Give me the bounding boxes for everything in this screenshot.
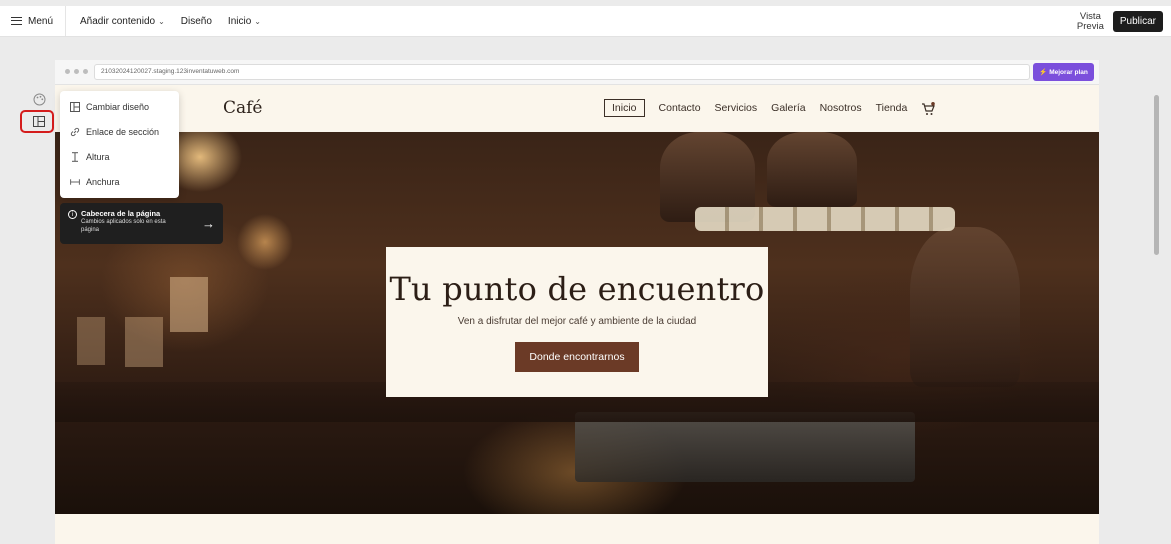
page-dropdown[interactable]: Inicio ⌄	[228, 16, 261, 27]
height-item[interactable]: Altura	[60, 144, 179, 169]
change-layout-label: Cambiar diseño	[86, 101, 150, 112]
preview-label-line2: Previa	[1076, 20, 1104, 32]
preview-button[interactable]: Vista Previa	[1076, 10, 1104, 32]
page-header-tooltip[interactable]: i Cabecera de la página Cambios aplicado…	[60, 203, 223, 244]
editor-nav: Añadir contenido ⌄ Diseño Inicio ⌄	[66, 16, 261, 27]
layout-icon	[70, 101, 80, 112]
site-logo[interactable]: Café	[223, 98, 263, 118]
window-dots	[65, 69, 88, 74]
hero-section[interactable]: Tu punto de encuentro Ven a disfrutar de…	[55, 132, 1099, 514]
width-label: Anchura	[86, 176, 120, 187]
highlight-box	[20, 110, 54, 133]
section-link-item[interactable]: Enlace de sección	[60, 119, 179, 144]
hero-card: Tu punto de encuentro Ven a disfrutar de…	[386, 247, 768, 397]
nav-inicio[interactable]: Inicio	[604, 99, 645, 117]
width-icon	[70, 177, 80, 187]
section-options-menu: Cambiar diseño Enlace de sección Altura …	[60, 91, 179, 198]
publish-button[interactable]: Publicar	[1112, 11, 1163, 32]
menu-label: Menú	[28, 15, 54, 27]
tooltip-description: Cambios aplicados solo en esta página	[81, 219, 166, 233]
height-label: Altura	[86, 151, 110, 162]
add-content-dropdown[interactable]: Añadir contenido ⌄	[80, 16, 165, 27]
upgrade-plan-label: Mejorar plan	[1049, 68, 1088, 76]
design-button[interactable]: Diseño	[181, 16, 212, 27]
browser-chrome: 21032024120027.staging.123inventatuweb.c…	[55, 60, 1099, 85]
cart-icon[interactable]	[921, 102, 936, 115]
upgrade-plan-button[interactable]: ⚡ Mejorar plan	[1033, 63, 1094, 81]
nav-tienda[interactable]: Tienda	[876, 102, 908, 114]
chevron-down-icon: ⌄	[254, 16, 261, 26]
url-bar: 21032024120027.staging.123inventatuweb.c…	[94, 64, 1030, 80]
site-preview-frame: 21032024120027.staging.123inventatuweb.c…	[55, 60, 1099, 544]
page-label: Inicio	[227, 15, 252, 27]
hero-title: Tu punto de encuentro	[389, 270, 765, 308]
tooltip-title: Cabecera de la página	[81, 209, 161, 218]
width-item[interactable]: Anchura	[60, 169, 179, 194]
hamburger-icon	[11, 17, 22, 25]
hero-bg-grinder	[910, 227, 1020, 387]
site-nav: Inicio Contacto Servicios Galería Nosotr…	[604, 99, 936, 117]
hero-bg-grinder	[767, 132, 857, 207]
nav-contacto[interactable]: Contacto	[659, 102, 701, 114]
site-header[interactable]: Café Inicio Contacto Servicios Galería N…	[55, 85, 1099, 132]
bolt-icon: ⚡	[1039, 69, 1048, 76]
chevron-down-icon: ⌄	[158, 16, 165, 26]
change-layout-item[interactable]: Cambiar diseño	[60, 94, 179, 119]
find-us-button[interactable]: Donde encontrarnos	[515, 342, 639, 372]
palette-icon[interactable]	[30, 90, 48, 108]
height-icon	[70, 151, 80, 162]
hero-subtitle: Ven a disfrutar del mejor café y ambient…	[457, 316, 697, 327]
editor-topbar: Menú Añadir contenido ⌄ Diseño Inicio ⌄ Vi…	[0, 6, 1171, 37]
hero-bg-sign	[125, 317, 163, 367]
preview-label-line1: Vista	[1079, 10, 1101, 22]
nav-galeria[interactable]: Galería	[771, 102, 805, 114]
info-icon: i	[68, 210, 77, 219]
nav-servicios[interactable]: Servicios	[715, 102, 758, 114]
section-link-label: Enlace de sección	[86, 126, 160, 137]
add-content-label: Añadir contenido	[80, 15, 156, 27]
hero-bg-sign	[77, 317, 105, 365]
menu-button[interactable]: Menú	[0, 6, 67, 36]
nav-nosotros[interactable]: Nosotros	[820, 102, 862, 114]
link-icon	[70, 127, 80, 137]
arrow-right-icon[interactable]: →	[202, 216, 215, 231]
hero-bg-machine	[575, 412, 915, 482]
hero-bg-cups	[695, 207, 955, 231]
scrollbar[interactable]	[1154, 95, 1159, 255]
next-section	[55, 514, 1099, 544]
hero-bg-sign	[170, 277, 208, 332]
